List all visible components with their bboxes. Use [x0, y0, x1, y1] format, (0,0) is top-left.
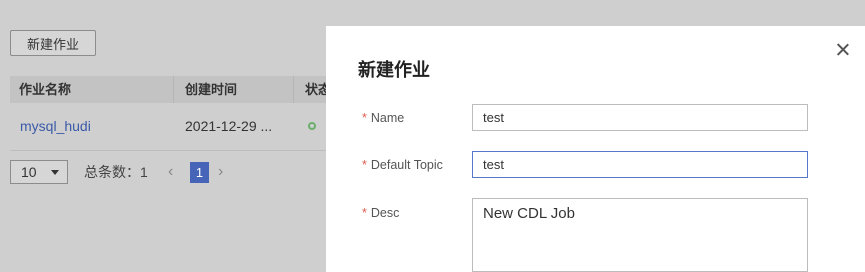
desc-label: * Desc	[362, 206, 399, 220]
desc-label-text: Desc	[370, 206, 400, 220]
name-label: * Name	[362, 111, 404, 125]
current-page-button[interactable]: 1	[190, 162, 209, 183]
name-label-text: Name	[370, 111, 405, 125]
column-divider	[293, 76, 294, 103]
column-header-create-time[interactable]: 创建时间	[185, 76, 237, 103]
new-job-button[interactable]: 新建作业	[10, 30, 96, 56]
required-mark: *	[362, 111, 367, 125]
next-page-icon[interactable]: ›	[218, 160, 223, 184]
column-header-job-name[interactable]: 作业名称	[19, 76, 71, 103]
page-size-value: 10	[21, 164, 37, 180]
total-count: 总条数：1	[84, 164, 148, 180]
table-row: mysql_hudi 2021-12-29 ...	[10, 103, 340, 151]
chevron-down-icon	[51, 170, 59, 175]
default-topic-input[interactable]	[472, 151, 808, 178]
required-mark: *	[362, 206, 367, 220]
prev-page-icon[interactable]: ‹	[168, 160, 173, 184]
desc-textarea[interactable]: New CDL Job	[472, 198, 808, 272]
page-size-select[interactable]: 10	[10, 160, 68, 184]
drawer-title: 新建作业	[358, 60, 430, 80]
required-mark: *	[362, 158, 367, 172]
name-input[interactable]	[472, 104, 808, 131]
create-time-cell: 2021-12-29 ...	[185, 118, 273, 134]
default-topic-label: * Default Topic	[362, 158, 443, 172]
table-header: 作业名称 创建时间 状态	[10, 76, 340, 103]
job-name-link[interactable]: mysql_hudi	[20, 103, 91, 150]
new-job-drawer: 新建作业 *Name *Default Topic *Desc New CDL …	[326, 26, 865, 272]
status-icon	[308, 122, 316, 130]
column-divider	[173, 76, 174, 103]
default-topic-label-text: Default Topic	[370, 158, 443, 172]
close-icon[interactable]	[835, 42, 851, 58]
